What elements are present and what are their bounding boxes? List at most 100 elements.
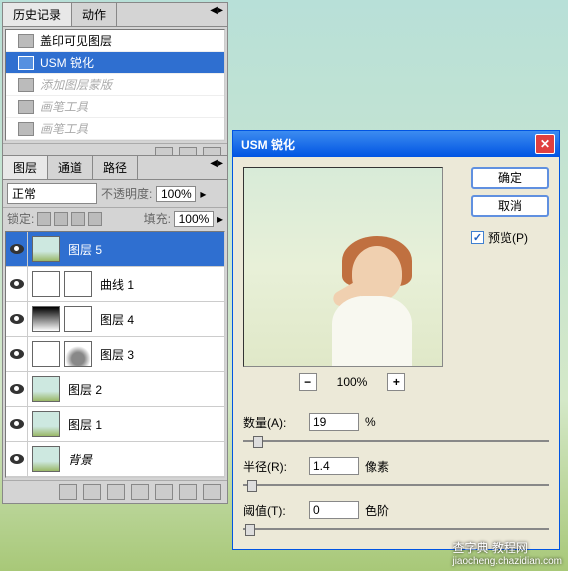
lock-label: 锁定: [7,210,34,227]
tab-layers[interactable]: 图层 [3,156,48,179]
radius-unit: 像素 [365,458,389,475]
history-item[interactable]: 添加图层蒙版 [6,74,224,96]
layer-row[interactable]: 曲线 1 [6,267,224,302]
history-tab-bar: 历史记录 动作 ◀▸ [3,3,227,27]
visibility-toggle[interactable] [6,407,28,441]
zoom-level: 100% [337,375,368,389]
lock-all-icon[interactable] [88,212,102,226]
layer-thumb[interactable] [32,446,60,472]
layer-thumb[interactable] [32,376,60,402]
tab-actions[interactable]: 动作 [72,3,117,26]
tab-paths[interactable]: 路径 [93,156,138,179]
amount-slider[interactable] [243,433,549,449]
layers-footer [3,480,227,503]
layer-row[interactable]: 图层 5 [6,232,224,267]
history-item-label: 画笔工具 [40,98,88,115]
zoom-controls: − 100% + [243,373,461,391]
dialog-titlebar[interactable]: USM 锐化 ✕ [233,131,559,157]
mask-icon[interactable] [107,484,125,500]
new-layer-icon[interactable] [179,484,197,500]
brush-icon [18,100,34,114]
layer-thumb[interactable] [32,271,60,297]
layer-thumb[interactable] [32,341,60,367]
threshold-input[interactable] [309,501,359,519]
layer-name: 曲线 1 [96,276,224,293]
preview-checkbox[interactable]: ✓ [471,231,484,244]
lock-transparent-icon[interactable] [37,212,51,226]
history-item-label: 盖印可见图层 [40,32,112,49]
params-section: 数量(A): % 半径(R): 像素 阈值(T): 色阶 [233,401,559,549]
panel-menu-icon[interactable]: ◀▸ [206,156,227,179]
visibility-toggle[interactable] [6,442,28,476]
blend-mode-row: 正常 不透明度: 100% ▸ [3,180,227,207]
layer-row[interactable]: 图层 4 [6,302,224,337]
close-button[interactable]: ✕ [535,134,555,154]
radius-slider[interactable] [243,477,549,493]
eye-icon [10,384,24,394]
blend-mode-select[interactable]: 正常 [7,183,97,204]
layer-name: 图层 4 [96,311,224,328]
lock-brush-icon[interactable] [54,212,68,226]
layer-thumb[interactable] [32,411,60,437]
tab-channels[interactable]: 通道 [48,156,93,179]
layer-row[interactable]: 图层 1 [6,407,224,442]
chevron-right-icon[interactable]: ▸ [200,187,206,201]
preview-checkbox-row[interactable]: ✓ 预览(P) [471,229,549,246]
layer-thumb[interactable] [32,306,60,332]
fx-icon[interactable] [83,484,101,500]
threshold-slider[interactable] [243,521,549,537]
layer-row[interactable]: 图层 2 [6,372,224,407]
layer-name: 图层 5 [64,241,224,258]
lock-row: 锁定: 填充: 100% ▸ [3,207,227,229]
layer-thumb[interactable] [32,236,60,262]
layer-mask[interactable] [64,271,92,297]
panel-menu-icon[interactable]: ◀▸ [206,3,227,26]
layer-icon [18,34,34,48]
usm-dialog: USM 锐化 ✕ − 100% + 确定 取消 ✓ 预览(P) 数量(A): [232,130,560,550]
layer-mask[interactable] [64,306,92,332]
history-item[interactable]: USM 锐化 [6,52,224,74]
mask-icon [18,78,34,92]
visibility-toggle[interactable] [6,232,28,266]
visibility-toggle[interactable] [6,372,28,406]
watermark: 查字典 教程网 jiaocheng.chazidian.com [452,539,562,567]
zoom-out-button[interactable]: − [299,373,317,391]
opacity-label: 不透明度: [101,185,152,202]
layer-mask[interactable] [64,341,92,367]
cancel-button[interactable]: 取消 [471,195,549,217]
adjustment-icon[interactable] [131,484,149,500]
link-icon[interactable] [59,484,77,500]
visibility-toggle[interactable] [6,337,28,371]
brush-icon [18,122,34,136]
opacity-input[interactable]: 100% [156,186,196,202]
visibility-toggle[interactable] [6,267,28,301]
layer-name: 背景 [64,451,224,468]
layers-tab-bar: 图层 通道 路径 ◀▸ [3,156,227,180]
trash-icon[interactable] [203,484,221,500]
radius-label: 半径(R): [243,458,303,475]
fill-label: 填充: [144,210,171,227]
eye-icon [10,419,24,429]
filter-icon [18,56,34,70]
ok-button[interactable]: 确定 [471,167,549,189]
amount-unit: % [365,415,376,429]
history-item[interactable]: 画笔工具 [6,118,224,140]
layer-row[interactable]: 背景 [6,442,224,477]
visibility-toggle[interactable] [6,302,28,336]
tab-history[interactable]: 历史记录 [3,3,72,26]
chevron-right-icon[interactable]: ▸ [217,212,223,226]
history-item[interactable]: 盖印可见图层 [6,30,224,52]
layer-name: 图层 1 [64,416,224,433]
preview-image[interactable] [243,167,443,367]
history-item[interactable]: 画笔工具 [6,96,224,118]
layer-row[interactable]: 图层 3 [6,337,224,372]
folder-icon[interactable] [155,484,173,500]
dialog-title: USM 锐化 [237,136,535,153]
amount-input[interactable] [309,413,359,431]
radius-input[interactable] [309,457,359,475]
lock-move-icon[interactable] [71,212,85,226]
history-item-label: USM 锐化 [40,54,94,71]
history-list: 盖印可见图层 USM 锐化 添加图层蒙版 画笔工具 画笔工具 [5,29,225,141]
zoom-in-button[interactable]: + [387,373,405,391]
fill-input[interactable]: 100% [174,211,214,227]
